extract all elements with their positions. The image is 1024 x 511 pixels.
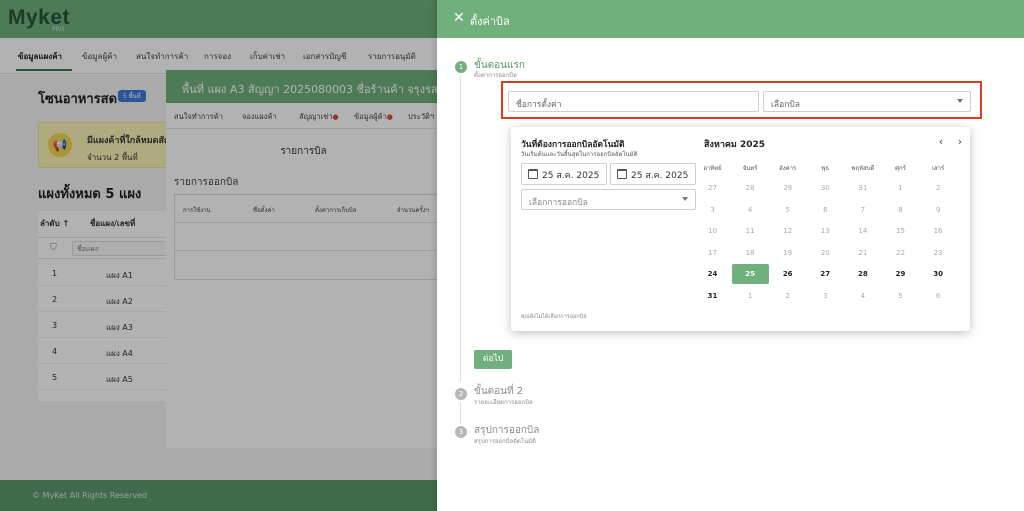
calendar-day[interactable]: 6 bbox=[920, 286, 957, 306]
calendar-day[interactable]: 15 bbox=[882, 221, 919, 241]
calendar-day[interactable]: 14 bbox=[844, 221, 881, 241]
start-date-field[interactable]: 25 ส.ค. 2025 bbox=[521, 163, 607, 185]
step-3-indicator: 3 bbox=[455, 426, 467, 438]
calendar-day[interactable]: 3 bbox=[807, 286, 844, 306]
setting-name-input[interactable]: ชื่อการตั้งค่า bbox=[508, 91, 759, 112]
calendar-day[interactable]: 8 bbox=[882, 200, 919, 220]
calendar-day[interactable]: 2 bbox=[920, 178, 957, 198]
chevron-right-icon[interactable]: › bbox=[954, 136, 966, 147]
calendar-day[interactable]: 31 bbox=[694, 286, 731, 306]
calendar-day[interactable]: 1 bbox=[882, 178, 919, 198]
calendar-day[interactable]: 5 bbox=[882, 286, 919, 306]
close-icon[interactable]: ✕ bbox=[453, 10, 465, 26]
calendar-day[interactable]: 3 bbox=[694, 200, 731, 220]
calendar-day[interactable]: 26 bbox=[769, 264, 806, 284]
calendar-day[interactable]: 22 bbox=[882, 243, 919, 263]
step-1-subtitle: ตั้งค่าการออกบิล bbox=[474, 72, 517, 79]
calendar-day[interactable]: 17 bbox=[694, 243, 731, 263]
calendar-day[interactable]: 30 bbox=[920, 264, 957, 284]
step-1-indicator: 1 bbox=[455, 61, 467, 73]
bill-issue-select[interactable]: เลือกการออกบิล bbox=[521, 189, 696, 210]
calendar-day[interactable]: 16 bbox=[920, 221, 957, 241]
calendar-day[interactable]: 27 bbox=[694, 178, 731, 198]
chevron-left-icon[interactable]: ‹ bbox=[935, 136, 947, 147]
calendar-day[interactable]: 10 bbox=[694, 221, 731, 241]
calendar-day[interactable]: 19 bbox=[769, 243, 806, 263]
calendar-weekday: อาทิตย์ bbox=[703, 165, 722, 172]
drawer-title: ตั้งค่าบิล bbox=[470, 15, 510, 28]
bill-settings-drawer: ✕ ตั้งค่าบิล 1 ขั้นตอนแรก ตั้งค่าการออกบ… bbox=[437, 0, 1024, 511]
calendar-day[interactable]: 7 bbox=[844, 200, 881, 220]
calendar-day[interactable]: 2 bbox=[769, 286, 806, 306]
calendar-day[interactable]: 6 bbox=[807, 200, 844, 220]
end-date-field[interactable]: 25 ส.ค. 2025 bbox=[610, 163, 696, 185]
calendar-weekday: ศุกร์ bbox=[895, 165, 906, 172]
calendar-day[interactable]: 30 bbox=[807, 178, 844, 198]
chevron-down-icon bbox=[682, 197, 688, 201]
calendar-weekday: พุธ bbox=[821, 165, 830, 172]
calendar-day[interactable]: 24 bbox=[694, 264, 731, 284]
calendar-day[interactable]: 21 bbox=[844, 243, 881, 263]
step-connector bbox=[460, 402, 461, 424]
auto-bill-subtitle: วันเริ่มต้นและวันสิ้นสุดในการออกบิลอัตโน… bbox=[521, 151, 638, 158]
calendar-weekday: เสาร์ bbox=[931, 165, 945, 172]
calendar-day[interactable]: 20 bbox=[807, 243, 844, 263]
step-3-subtitle: สรุปการออกบิลอัตโนมัติ bbox=[474, 438, 536, 445]
calendar-day[interactable]: 4 bbox=[732, 200, 769, 220]
calendar-day[interactable]: 9 bbox=[920, 200, 957, 220]
calendar-day[interactable]: 18 bbox=[732, 243, 769, 263]
chevron-down-icon bbox=[957, 99, 963, 103]
calendar-day[interactable]: 12 bbox=[769, 221, 806, 241]
screen: Myket PRO ข้อมูลแผงค้า ข้อมูลผู้ค้า สนใจ… bbox=[0, 0, 1024, 511]
calendar-day[interactable]: 29 bbox=[769, 178, 806, 198]
drawer-header: ✕ ตั้งค่าบิล bbox=[437, 0, 1024, 38]
start-date-value: 25 ส.ค. 2025 bbox=[542, 171, 600, 181]
bill-select[interactable]: เลือกบิล bbox=[763, 91, 971, 112]
calendar-day[interactable]: 11 bbox=[732, 221, 769, 241]
bill-issue-select-value: เลือกการออกบิล bbox=[529, 198, 588, 208]
calendar-icon bbox=[617, 169, 627, 179]
step-2-subtitle: รายละเอียดการออกบิล bbox=[474, 399, 533, 406]
auto-bill-hint: คุณยังไม่ได้เลือกการออกบิล bbox=[521, 314, 587, 320]
calendar-day-selected[interactable]: 25 bbox=[731, 264, 769, 284]
next-button[interactable]: ต่อไป bbox=[474, 350, 512, 369]
calendar-month-label: สิงหาคม 2025 bbox=[704, 140, 766, 150]
calendar-day[interactable]: 4 bbox=[844, 286, 881, 306]
calendar-icon bbox=[528, 169, 538, 179]
auto-bill-date-popup: วันที่ต้องการออกบิลอัตโนมัติ วันเริ่มต้น… bbox=[511, 127, 970, 331]
calendar-day[interactable]: 27 bbox=[807, 264, 844, 284]
calendar-day[interactable]: 28 bbox=[732, 178, 769, 198]
calendar-day[interactable]: 28 bbox=[844, 264, 881, 284]
calendar-weekday: พฤหัสบดี bbox=[851, 165, 875, 172]
calendar-day[interactable]: 29 bbox=[882, 264, 919, 284]
calendar-day[interactable]: 23 bbox=[920, 243, 957, 263]
calendar-day[interactable]: 13 bbox=[807, 221, 844, 241]
calendar-day[interactable]: 1 bbox=[732, 286, 769, 306]
bill-select-value: เลือกบิล bbox=[771, 100, 800, 110]
calendar-day[interactable]: 5 bbox=[769, 200, 806, 220]
step-2-indicator: 2 bbox=[455, 388, 467, 400]
modal-overlay[interactable] bbox=[0, 0, 437, 511]
calendar-day[interactable]: 31 bbox=[844, 178, 881, 198]
calendar-weekday: จันทร์ bbox=[742, 165, 758, 172]
step-connector bbox=[460, 76, 461, 382]
end-date-value: 25 ส.ค. 2025 bbox=[631, 171, 689, 181]
calendar-weekday: อังคาร bbox=[779, 165, 797, 172]
